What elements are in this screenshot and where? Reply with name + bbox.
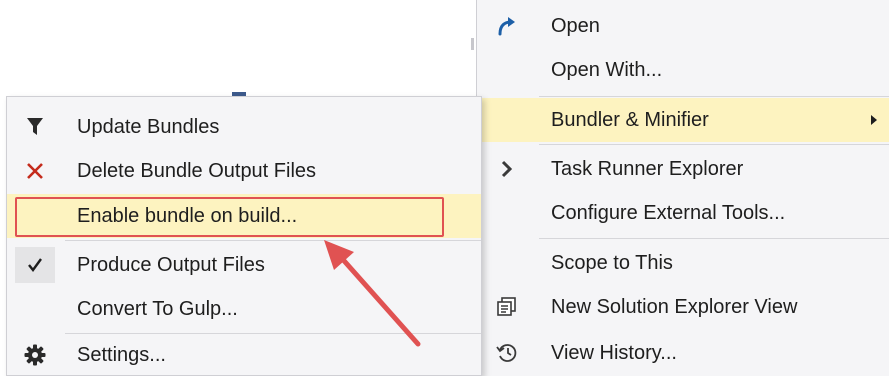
menu-item-label: New Solution Explorer View	[551, 295, 798, 318]
annotation-highlight-box	[15, 197, 444, 237]
new-view-icon	[477, 285, 537, 329]
redo-arrow-icon	[477, 4, 537, 48]
checkmark-icon	[7, 243, 63, 287]
delete-x-icon	[7, 149, 63, 193]
menu-item-label: Bundler & Minifier	[551, 108, 709, 131]
filter-icon	[7, 105, 63, 149]
menu-item-new-solution-explorer-view[interactable]: New Solution Explorer View	[477, 285, 889, 329]
chevron-right-icon	[477, 147, 537, 191]
menu-item-task-runner-explorer[interactable]: Task Runner Explorer	[477, 147, 889, 191]
menu-item-label: Open With...	[551, 58, 663, 81]
context-menu: Open Open With... Bundler & Minifier Tas…	[476, 0, 889, 376]
submenu-item-label: Settings...	[77, 343, 166, 366]
menu-item-label: Open	[551, 14, 600, 37]
menu-separator	[539, 96, 889, 97]
history-icon	[477, 331, 537, 375]
submenu-item-delete-bundle-output-files[interactable]: Delete Bundle Output Files	[7, 149, 481, 193]
menu-item-view-history[interactable]: View History...	[477, 331, 889, 375]
background-divider	[471, 38, 474, 50]
menu-item-label: Task Runner Explorer	[551, 157, 744, 180]
menu-item-configure-external-tools[interactable]: Configure External Tools...	[477, 191, 889, 235]
annotation-arrow-icon	[324, 240, 421, 347]
menu-separator	[539, 238, 889, 239]
submenu-item-label: Update Bundles	[77, 115, 220, 138]
submenu-item-update-bundles[interactable]: Update Bundles	[7, 105, 481, 149]
submenu-item-label: Produce Output Files	[77, 253, 265, 276]
submenu-item-label: Convert To Gulp...	[77, 297, 238, 320]
menu-item-scope-to-this[interactable]: Scope to This	[477, 241, 889, 285]
menu-item-label: Scope to This	[551, 251, 673, 274]
menu-item-open[interactable]: Open	[477, 4, 889, 48]
menu-item-bundler-minifier[interactable]: Bundler & Minifier	[477, 98, 889, 142]
menu-separator	[539, 144, 889, 145]
submenu-arrow-icon	[871, 115, 877, 125]
menu-item-label: View History...	[551, 341, 677, 364]
menu-item-label: Configure External Tools...	[551, 201, 786, 224]
gear-icon	[7, 333, 63, 376]
submenu-item-label: Delete Bundle Output Files	[77, 159, 317, 182]
menu-item-open-with[interactable]: Open With...	[477, 48, 889, 92]
